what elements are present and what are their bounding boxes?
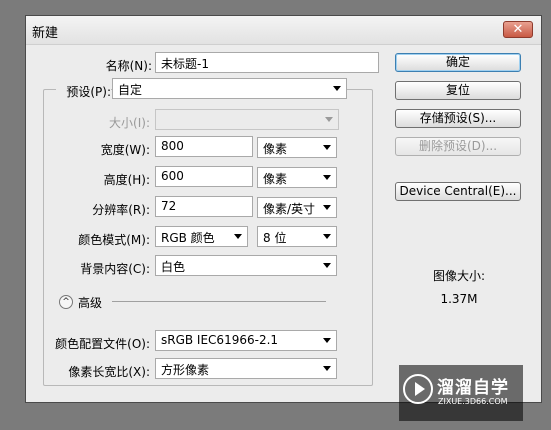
advanced-divider — [112, 301, 326, 302]
chevron-down-icon — [323, 338, 331, 343]
chevron-down-icon — [323, 145, 331, 150]
reset-button[interactable]: 复位 — [395, 81, 521, 100]
pixel-aspect-dropdown[interactable]: 方形像素 — [155, 358, 337, 379]
chevron-down-icon — [333, 86, 341, 91]
name-label: 名称(N): — [105, 59, 152, 73]
color-mode-value: RGB 颜色 — [161, 231, 215, 245]
width-unit-value: 像素 — [263, 142, 288, 156]
ok-button[interactable]: 确定 — [395, 53, 521, 72]
preset-value: 自定 — [118, 83, 143, 97]
close-button[interactable]: ✕ — [503, 21, 533, 38]
advanced-label[interactable]: 高级 — [78, 294, 102, 311]
play-logo-icon — [403, 374, 433, 404]
pixel-aspect-label: 像素长宽比(X): — [68, 365, 150, 379]
bit-depth-value: 8 位 — [263, 231, 287, 245]
watermark-url: ZIXUE.3D66.COM — [438, 397, 508, 406]
color-profile-label: 颜色配置文件(O): — [55, 337, 150, 351]
close-icon: ✕ — [512, 22, 524, 37]
background-value: 白色 — [161, 260, 186, 274]
size-label: 大小(I): — [109, 116, 150, 130]
image-size-value: 1.37M — [440, 292, 478, 306]
chevron-down-icon — [323, 263, 331, 268]
name-input[interactable]: 未标题-1 — [155, 52, 379, 73]
preset-label: 预设(P): — [56, 83, 111, 100]
color-mode-dropdown[interactable]: RGB 颜色 — [155, 226, 248, 247]
delete-preset-button: 删除预设(D)... — [395, 137, 521, 156]
background-dropdown[interactable]: 白色 — [155, 255, 337, 276]
width-label: 宽度(W): — [100, 143, 150, 157]
dialog-title: 新建 — [32, 26, 59, 41]
save-preset-button[interactable]: 存储预设(S)... — [395, 109, 521, 128]
chevron-down-icon — [323, 205, 331, 210]
watermark: 溜溜自学 ZIXUE.3D66.COM — [399, 365, 523, 421]
chevron-down-icon — [234, 234, 242, 239]
pixel-aspect-value: 方形像素 — [161, 363, 210, 377]
bit-depth-dropdown[interactable]: 8 位 — [257, 226, 337, 247]
size-dropdown — [155, 109, 339, 130]
width-input[interactable]: 800 — [155, 136, 253, 157]
height-label: 高度(H): — [103, 173, 150, 187]
height-unit-value: 像素 — [263, 172, 288, 186]
height-unit-dropdown[interactable]: 像素 — [257, 167, 337, 188]
title-bar[interactable]: 新建 ✕ — [26, 16, 541, 45]
chevron-down-icon — [323, 234, 331, 239]
color-profile-value: sRGB IEC61966-2.1 — [161, 333, 279, 347]
chevron-down-icon — [323, 175, 331, 180]
resolution-unit-dropdown[interactable]: 像素/英寸 — [257, 197, 337, 218]
color-profile-dropdown[interactable]: sRGB IEC61966-2.1 — [155, 330, 337, 351]
color-mode-label: 颜色模式(M): — [78, 233, 150, 247]
chevron-down-icon — [323, 366, 331, 371]
watermark-brand: 溜溜自学 — [437, 378, 509, 398]
width-unit-dropdown[interactable]: 像素 — [257, 137, 337, 158]
resolution-input[interactable]: 72 — [155, 196, 253, 217]
resolution-label: 分辨率(R): — [92, 203, 150, 217]
advanced-toggle-icon[interactable]: ^ — [59, 295, 73, 309]
device-central-button[interactable]: Device Central(E)... — [395, 182, 521, 201]
chevron-down-icon — [325, 117, 333, 122]
height-input[interactable]: 600 — [155, 166, 253, 187]
background-label: 背景内容(C): — [80, 262, 150, 276]
new-document-dialog: 新建 ✕ 名称(N): 未标题-1 预设(P): 自定 大小(I): 宽度(W)… — [25, 15, 542, 403]
image-size-label: 图像大小: — [432, 269, 486, 283]
resolution-unit-value: 像素/英寸 — [263, 202, 316, 216]
preset-dropdown[interactable]: 自定 — [112, 78, 347, 99]
